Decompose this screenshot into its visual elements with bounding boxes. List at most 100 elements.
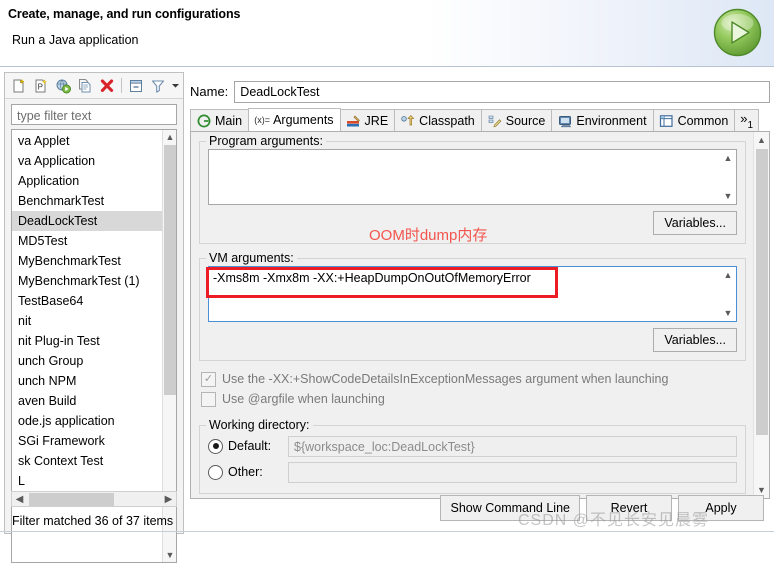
working-directory-other-label: Other: [228,465,263,479]
tab-overflow-count: 1 [747,120,754,131]
content-vertical-scroll-thumb[interactable] [756,149,768,435]
tree-scroll-left-icon[interactable]: ◀ [12,492,27,506]
vm-args-scroll-down-icon[interactable]: ▼ [721,305,735,321]
configuration-tree-item[interactable]: va Applet [12,131,164,151]
program-args-scroll-down-icon[interactable]: ▼ [721,188,735,204]
check-mark-icon: ✓ [203,372,214,385]
vm-arguments-group: VM arguments: -Xms8m -Xmx8m -XX:+HeapDum… [199,251,746,361]
working-directory-label: Working directory: [206,418,313,432]
vm-arguments-scrollbar[interactable]: ▲ ▼ [721,267,736,321]
vm-arguments-value: -Xms8m -Xmx8m -XX:+HeapDumpOnOutOfMemory… [213,271,531,285]
arguments-icon: (x)= [254,115,270,125]
configuration-tree-item[interactable]: ode.js application [12,411,164,431]
configuration-tree-item[interactable]: aven Build [12,391,164,411]
tab-label: JRE [364,113,389,128]
vm-arguments-textarea[interactable]: -Xms8m -Xmx8m -XX:+HeapDumpOnOutOfMemory… [208,266,737,322]
configuration-tree-item[interactable]: SGi Framework [12,431,164,451]
program-arguments-variables-button[interactable]: Variables... [653,211,737,235]
tree-scroll-right-icon[interactable]: ▶ [161,492,176,506]
tab-jre[interactable]: JRE [339,109,396,131]
dialog-header: Create, manage, and run configurations R… [0,0,774,67]
configuration-editor: Name: Main (x)=Arguments JRE Classpath Sourc… [190,72,770,534]
working-directory-other-radio[interactable] [208,464,223,480]
working-directory-other-value[interactable] [288,461,737,483]
configuration-tree-item[interactable]: MyBenchmarkTest (1) [12,271,164,291]
name-row: Name: [190,80,770,103]
checkbox-checked-icon[interactable]: ✓ [201,371,216,387]
radio-dot-icon [212,443,219,449]
launch-option-row[interactable]: ✓ Use the -XX:+ShowCodeDetailsInException… [201,369,744,389]
program-arguments-textarea[interactable]: ▲ ▼ [208,149,737,205]
delete-configuration-icon[interactable] [96,76,117,96]
tab-main[interactable]: Main [190,109,250,131]
name-input[interactable] [234,80,770,103]
tab-label: Main [215,113,243,128]
configuration-tree-item[interactable]: Application [12,171,164,191]
vm-args-scroll-up-icon[interactable]: ▲ [721,267,735,283]
tree-horizontal-scroll-thumb[interactable] [29,492,114,506]
jre-icon [346,113,362,128]
working-directory-default-value[interactable]: ${workspace_loc:DeadLockTest} [288,435,737,457]
environment-icon [557,113,573,128]
configuration-tree-item[interactable]: nit Plug-in Test [12,331,164,351]
tab-label: Classpath [419,113,475,128]
tree-scroll-up-icon[interactable]: ▲ [163,130,176,144]
configuration-tree-item[interactable]: unch NPM [12,371,164,391]
vm-arguments-variables-button[interactable]: Variables... [653,328,737,352]
tab-overflow-button[interactable]: » 1 [734,109,760,131]
working-directory-default-label: Default: [228,439,272,453]
launch-option-row[interactable]: Use @argfile when launching [201,389,744,409]
common-icon [659,113,675,128]
page-subtitle: Run a Java application [12,33,139,47]
configuration-tree-item[interactable]: TestBase64 [12,291,164,311]
working-directory-other-row[interactable]: Other: [208,459,737,485]
tree-vertical-scroll-thumb[interactable] [164,145,176,395]
main-class-icon [196,113,212,128]
arguments-tab-content: Program arguments: ▲ ▼ Variables... VM a… [190,132,770,499]
filter-input[interactable] [11,104,177,125]
tab-label: Environment [576,113,647,128]
configuration-tree-item[interactable]: MyBenchmarkTest [12,251,164,271]
configurations-tree-list: va Applet va Application Application Benchm… [12,130,164,491]
name-label: Name: [190,84,229,99]
working-directory-default-radio[interactable] [208,438,223,454]
arguments-form: Program arguments: ▲ ▼ Variables... VM a… [191,132,754,498]
configuration-tree-item[interactable]: unch Group [12,351,164,371]
source-icon [487,113,503,128]
configuration-tree-item[interactable]: sk Context Test [12,451,164,471]
configurations-toolbar: P [5,73,183,99]
toolbar-menu-icon[interactable] [169,76,182,96]
tab-source[interactable]: Source [480,109,553,131]
annotation-note: OOM时dump内存 [369,227,488,244]
configuration-tree-item[interactable]: L [12,471,164,491]
tab-arguments[interactable]: (x)= Arguments [248,108,341,131]
program-arguments-scrollbar[interactable]: ▲ ▼ [721,150,736,204]
tab-common[interactable]: Common [652,109,736,131]
tab-classpath[interactable]: Classpath [394,109,482,131]
configuration-tree-item[interactable]: MD5Test [12,231,164,251]
working-directory-group: Working directory: Default: ${workspace_… [199,418,746,494]
run-play-icon [713,8,762,57]
content-vertical-scrollbar[interactable]: ▲ ▼ [753,132,769,498]
configuration-tree-item[interactable]: BenchmarkTest [12,191,164,211]
configuration-tree-item[interactable]: DeadLockTest [12,211,164,231]
filter-icon[interactable] [147,76,168,96]
tree-horizontal-scrollbar[interactable]: ◀ ▶ [11,491,177,507]
configuration-tree-item[interactable]: va Application [12,151,164,171]
tree-scroll-down-icon[interactable]: ▼ [163,548,176,562]
configuration-tree-item[interactable]: nit [12,311,164,331]
checkbox-unchecked-icon[interactable] [201,391,216,407]
tab-label: Common [677,113,729,128]
program-args-scroll-up-icon[interactable]: ▲ [721,150,735,166]
export-configuration-icon[interactable] [52,76,73,96]
new-configuration-icon[interactable] [8,76,29,96]
duplicate-configuration-icon[interactable] [74,76,95,96]
working-directory-default-row[interactable]: Default: ${workspace_loc:DeadLockTest} [208,433,737,459]
collapse-all-icon[interactable] [125,76,146,96]
new-prototype-icon[interactable]: P [30,76,51,96]
vm-arguments-label: VM arguments: [206,251,297,265]
tab-environment[interactable]: Environment [551,109,654,131]
tab-label: Source [505,113,546,128]
content-scroll-up-icon[interactable]: ▲ [754,132,769,148]
toolbar-separator [121,78,122,93]
